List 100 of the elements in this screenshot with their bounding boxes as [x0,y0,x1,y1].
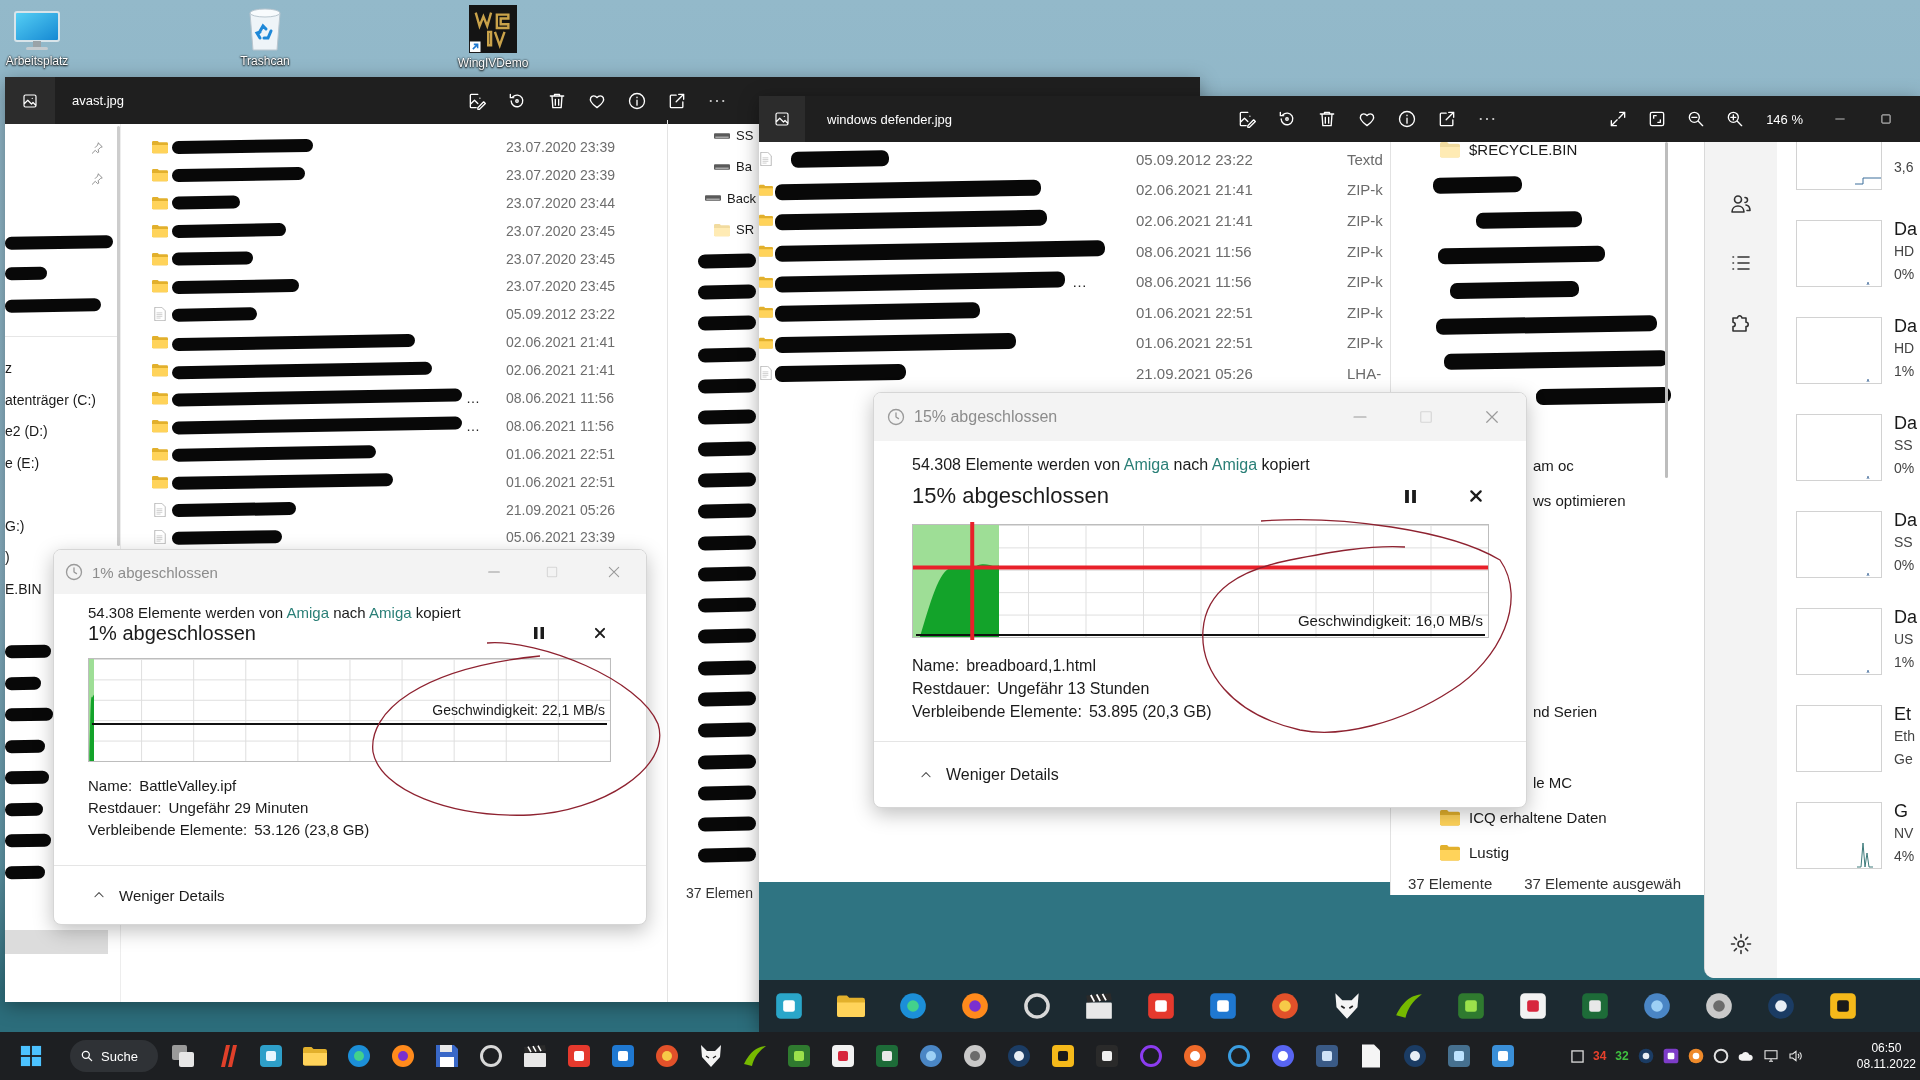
pause-icon[interactable] [534,627,544,639]
scroll-bar[interactable] [1665,142,1668,478]
close-icon[interactable] [593,626,607,640]
people-icon[interactable] [1729,192,1753,216]
tile-icon[interactable] [1457,992,1485,1020]
circle-icon[interactable] [899,992,927,1020]
circle-icon[interactable] [1767,992,1795,1020]
clock-date[interactable]: 08.11.2022 [1856,1056,1916,1072]
tile-icon[interactable] [775,992,803,1020]
search-field[interactable]: Suche [70,1040,158,1072]
circle-icon[interactable] [963,1044,987,1068]
circle-icon[interactable] [391,1044,415,1068]
redaction-scribble [697,503,757,519]
circle-icon[interactable] [347,1044,371,1068]
nav-item[interactable]: G:) [5,517,25,534]
folder-name[interactable]: am oc [1533,457,1574,475]
tile-icon[interactable] [1829,992,1857,1020]
less-details-button[interactable]: Weniger Details [917,763,1061,786]
folder-name[interactable]: $RECYCLE.BIN [1469,141,1578,159]
date-modified: 01.06.2021 22:51 [1136,334,1254,352]
less-details-button[interactable]: Weniger Details [90,884,227,906]
tile-icon[interactable] [1095,1044,1119,1068]
folder-link[interactable]: Amiga [286,604,329,621]
tile-icon[interactable] [1315,1044,1339,1068]
folder-name[interactable]: ws optimieren [1533,492,1626,510]
folder-icon [759,213,773,228]
tray-counter[interactable]: 32 [1615,1049,1629,1063]
scroll-bar[interactable] [117,126,120,546]
folder-link[interactable]: Amiga [1211,456,1258,473]
circle-icon[interactable] [655,1044,679,1068]
circle-icon[interactable] [1007,1044,1031,1068]
folder-name[interactable]: SS [736,128,754,144]
nav-item[interactable]: z [5,360,12,377]
circle-icon[interactable] [919,1044,943,1068]
circle-icon[interactable] [1183,1044,1207,1068]
folder-name[interactable]: Back [727,190,756,206]
cat-head-icon[interactable] [1333,992,1361,1020]
info-icon[interactable] [1397,109,1417,129]
document-icon[interactable] [1359,1044,1383,1068]
device-detail: 1% [1894,362,1916,381]
circle-icon[interactable] [1687,1048,1704,1064]
close-icon[interactable] [1468,488,1484,504]
folder-name[interactable]: Lustig [1469,843,1510,861]
nav-item[interactable]: e2 (D:) [5,423,48,440]
tile-icon[interactable] [831,1044,855,1068]
zoom-level[interactable]: 146 % [1766,111,1803,127]
tile-icon[interactable] [567,1044,591,1068]
pause-icon[interactable] [1405,489,1416,503]
circle-icon[interactable] [1271,1044,1295,1068]
info-icon[interactable] [627,90,647,111]
stacked-squares-icon[interactable] [171,1044,195,1068]
folder-name[interactable]: nd Serien [1533,703,1598,721]
cat-head-icon[interactable] [699,1044,723,1068]
square-outline-icon[interactable] [1571,1049,1584,1063]
swoosh-icon[interactable] [1395,992,1423,1020]
tile-icon[interactable] [787,1044,811,1068]
tile-icon[interactable] [1147,992,1175,1020]
device-detail: NV [1894,824,1915,843]
tray-counter[interactable]: 34 [1593,1049,1607,1063]
tile-icon[interactable] [1447,1044,1471,1068]
monitor-icon[interactable] [1762,1048,1779,1064]
circle-icon[interactable] [1637,1048,1654,1064]
scroll-bar[interactable] [5,930,108,954]
tile-icon[interactable] [259,1044,283,1068]
delete-icon[interactable] [1317,109,1337,129]
clock-time[interactable]: 06:50 [1871,1040,1902,1056]
ring-icon[interactable] [1227,1044,1251,1068]
clapperboard-icon[interactable] [523,1044,547,1068]
edit-image-icon[interactable] [1237,109,1257,129]
four-squares-icon[interactable] [20,1045,42,1067]
tile-icon[interactable] [1519,992,1547,1020]
tile-icon[interactable] [875,1044,899,1068]
nav-item[interactable]: ) [5,549,10,566]
tile-icon[interactable] [1051,1044,1075,1068]
nav-item[interactable]: E.BIN [5,580,42,597]
circle-icon[interactable] [961,992,989,1020]
folder-icon[interactable] [303,1044,327,1068]
redaction-scribble [697,378,757,394]
nav-item[interactable]: atenträger (C:) [5,391,97,408]
circle-icon[interactable] [1705,992,1733,1020]
share-icon[interactable] [1437,109,1457,129]
circle-icon[interactable] [1403,1044,1427,1068]
speaker-icon[interactable] [1787,1048,1804,1064]
tile-icon[interactable] [1491,1044,1515,1068]
tile-icon[interactable] [1662,1048,1679,1064]
clapperboard-icon[interactable] [1085,992,1113,1020]
swoosh-icon[interactable] [743,1044,767,1068]
settings-icon[interactable] [1729,932,1753,956]
folder-link[interactable]: Amiga [369,604,412,621]
folder-link[interactable]: Amiga [1123,456,1170,473]
circle-icon[interactable] [1271,992,1299,1020]
tile-icon[interactable] [1209,992,1237,1020]
circle-icon[interactable] [1643,992,1671,1020]
tile-icon[interactable] [1581,992,1609,1020]
folder-name[interactable]: Ba [736,159,752,175]
tile-icon[interactable] [611,1044,635,1068]
folder-name[interactable]: ICQ erhaltene Daten [1469,808,1607,826]
folder-name[interactable]: le MC [1533,773,1573,791]
nav-item[interactable]: e (E:) [5,454,40,471]
folder-name[interactable]: SR [736,222,755,238]
